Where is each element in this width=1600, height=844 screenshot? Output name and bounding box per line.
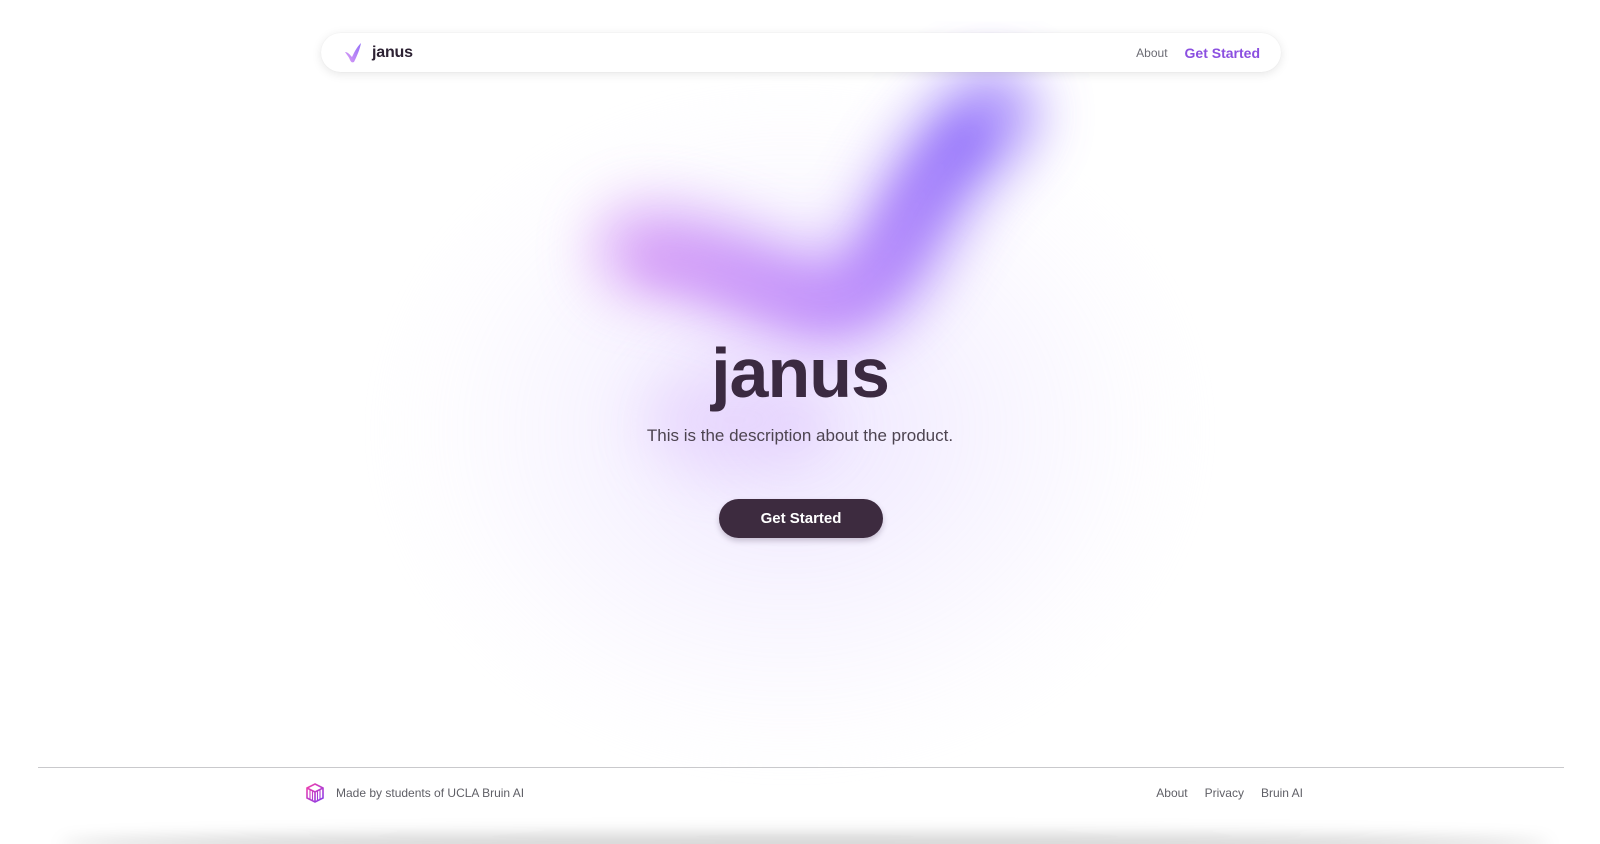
checkmark-icon xyxy=(345,42,361,62)
footer-link-privacy[interactable]: Privacy xyxy=(1205,786,1244,800)
footer-link-about[interactable]: About xyxy=(1156,786,1187,800)
nav-links: About Get Started xyxy=(1136,45,1260,61)
hero-title: janus xyxy=(711,334,890,412)
footer-credit-text: Made by students of UCLA Bruin AI xyxy=(336,786,525,800)
hero-description: This is the description about the produc… xyxy=(646,426,954,445)
cube-logo-icon[interactable] xyxy=(305,783,325,803)
top-navbar: janus About Get Started xyxy=(321,33,1281,72)
bottom-edge-shadow xyxy=(60,834,1550,844)
nav-link-about[interactable]: About xyxy=(1136,46,1167,60)
nav-get-started-link[interactable]: Get Started xyxy=(1185,45,1260,61)
footer-credit-group: Made by students of UCLA Bruin AI xyxy=(305,783,524,803)
footer-link-bruin-ai[interactable]: Bruin AI xyxy=(1261,786,1303,800)
footer-links: About Privacy Bruin AI xyxy=(1156,786,1303,800)
get-started-button[interactable]: Get Started xyxy=(719,499,883,538)
brand-name: janus xyxy=(372,43,413,61)
footer-divider xyxy=(38,767,1564,768)
brand-logo-link[interactable]: janus xyxy=(343,42,413,64)
landing-page: janus About Get Started janus This is th… xyxy=(0,0,1600,844)
